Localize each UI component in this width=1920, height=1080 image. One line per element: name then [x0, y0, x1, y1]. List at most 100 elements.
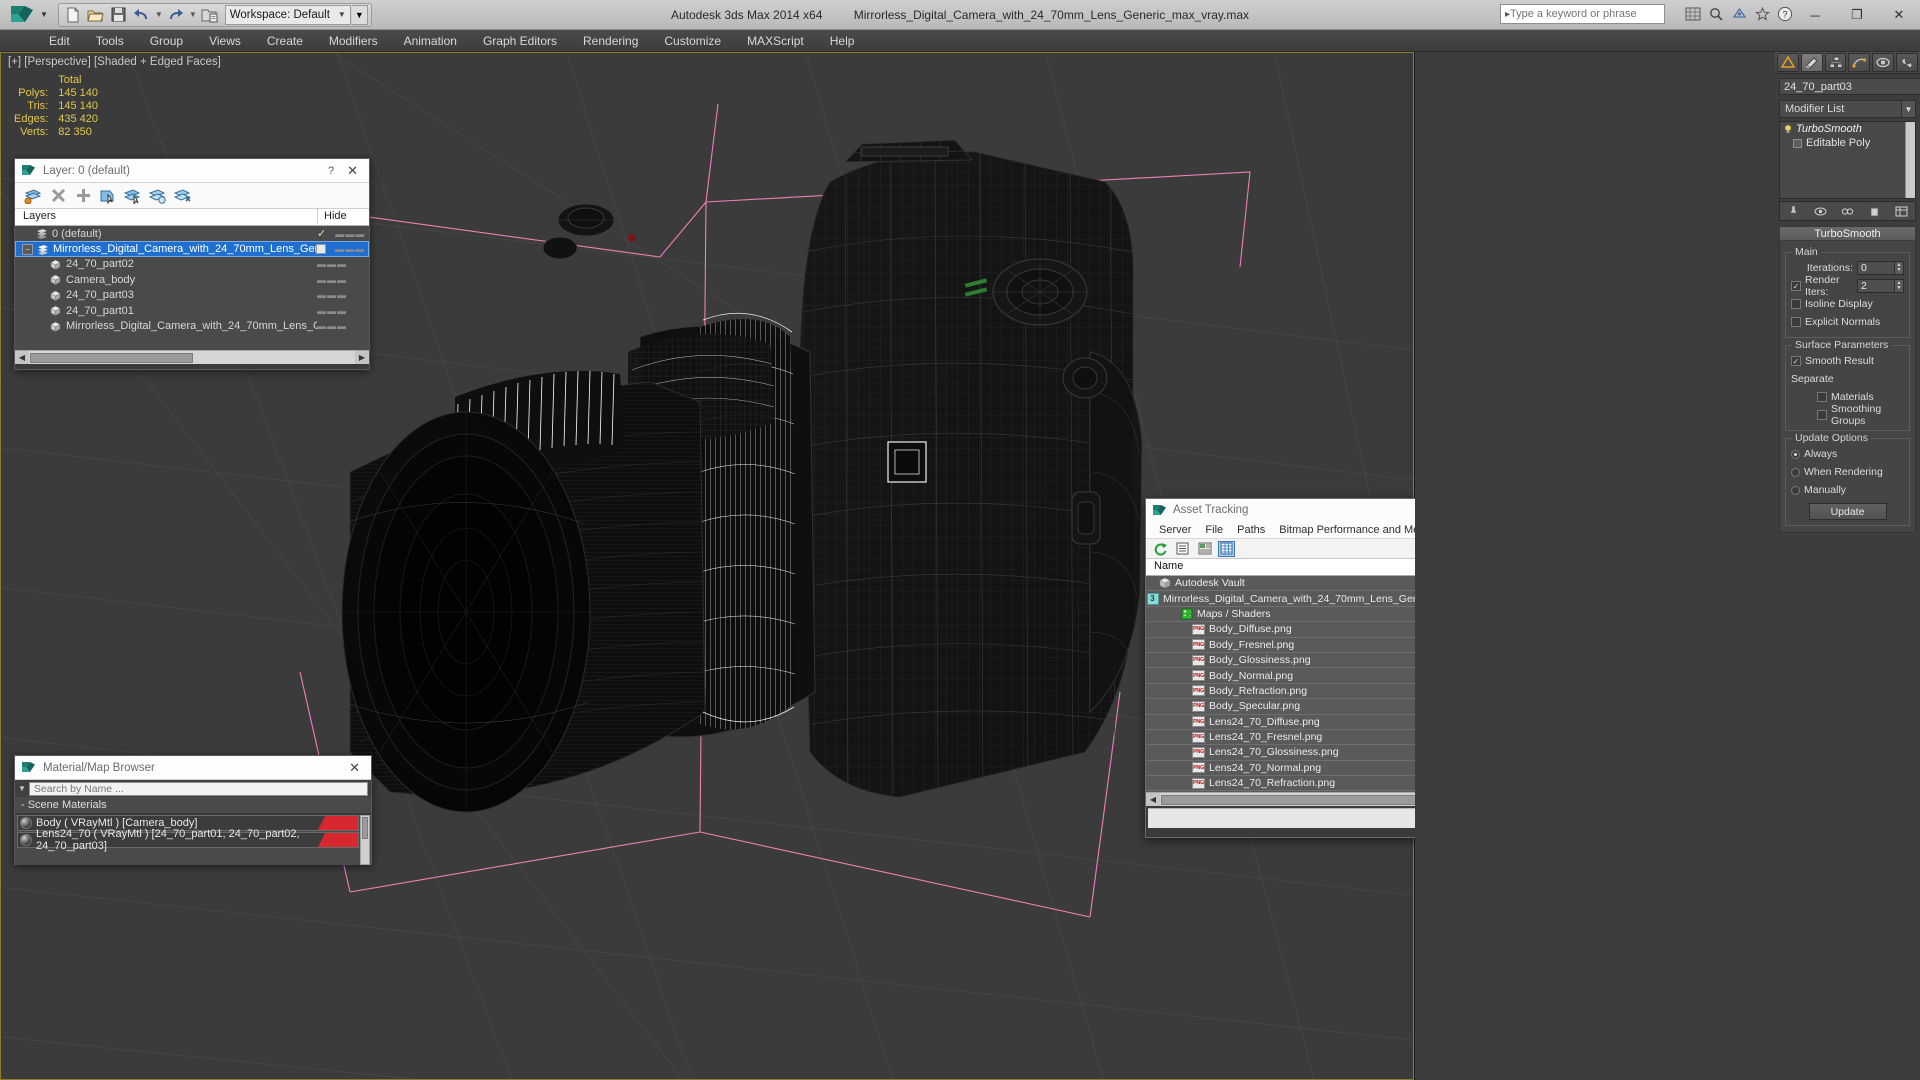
layer-object-row[interactable]: Camera_body ▬▬▬	[15, 272, 369, 287]
search-magnifier-icon[interactable]	[1706, 3, 1726, 25]
layer-collapse-expander[interactable]: −	[22, 243, 33, 255]
update-button[interactable]: Update	[1808, 503, 1887, 520]
select-highlighted-icon[interactable]	[148, 186, 168, 206]
menu-edit[interactable]: Edit	[36, 31, 83, 51]
modifier-stack-item-editable-poly[interactable]: Editable Poly	[1780, 136, 1915, 150]
material-search-input[interactable]	[28, 781, 368, 796]
save-file-icon[interactable]	[108, 5, 130, 25]
scroll-thumb[interactable]	[30, 352, 193, 363]
menu-help[interactable]: Help	[817, 31, 868, 51]
communication-center-icon[interactable]	[1729, 3, 1749, 25]
stack-expand-box[interactable]	[1793, 138, 1802, 148]
layer-properties-icon[interactable]	[173, 186, 193, 206]
path-view-icon[interactable]	[1196, 541, 1213, 557]
menu-modifiers[interactable]: Modifiers	[316, 31, 391, 51]
tab-motion[interactable]	[1848, 53, 1871, 72]
material-list[interactable]: Body ( VRayMtl ) [Camera_body] Lens24_70…	[15, 815, 371, 865]
layer-row-default[interactable]: 0 (default) ✓ ▬▬▬	[15, 226, 369, 241]
iterations-input[interactable]	[1857, 261, 1895, 275]
menu-views[interactable]: Views	[196, 31, 254, 51]
scroll-right-arrow[interactable]: ▶	[355, 351, 369, 364]
layer-hide-cell[interactable]: ✓ ▬▬▬	[317, 227, 369, 240]
undo-dropdown-caret[interactable]: ▼	[154, 10, 164, 19]
search-input[interactable]	[1510, 8, 1654, 20]
list-view-icon[interactable]	[1174, 541, 1191, 557]
help-icon[interactable]: ?	[1775, 3, 1795, 25]
modifier-stack-scrollbar[interactable]	[1905, 122, 1915, 198]
layer-list[interactable]: 0 (default) ✓ ▬▬▬ − Mirrorless_Digital_C…	[15, 226, 369, 350]
menu-group[interactable]: Group	[137, 31, 196, 51]
search-box[interactable]: ▸	[1500, 4, 1665, 24]
scroll-left-arrow[interactable]: ◀	[1146, 793, 1160, 806]
app-logo-icon[interactable]	[5, 2, 39, 28]
viewport-label[interactable]: [+] [Perspective] [Shaded + Edged Faces]	[8, 56, 221, 68]
menu-maxscript[interactable]: MAXScript	[734, 31, 817, 51]
layer-object-row[interactable]: Mirrorless_Digital_Camera_with_24_70mm_L…	[15, 318, 369, 333]
menu-customize[interactable]: Customize	[651, 31, 734, 51]
modifier-stack[interactable]: TurboSmooth Editable Poly	[1779, 121, 1916, 199]
close-button[interactable]: ✕	[1878, 0, 1920, 30]
modifier-stack-item-turbosmooth[interactable]: TurboSmooth	[1780, 122, 1915, 136]
layer-hide-cell[interactable]: ▬▬▬	[317, 275, 369, 285]
asset-menu-server[interactable]: Server	[1152, 523, 1198, 537]
new-file-icon[interactable]	[62, 5, 84, 25]
material-browser-close-button[interactable]: ✕	[344, 760, 365, 776]
layer-dialog-close-button[interactable]: ✕	[342, 163, 363, 179]
layer-hide-cell[interactable]: ▬▬▬	[317, 321, 369, 331]
materials-checkbox[interactable]	[1817, 392, 1827, 402]
layer-column-name[interactable]: Layers	[15, 209, 317, 225]
set-current-layer-icon[interactable]	[123, 186, 143, 206]
rollup-header[interactable]: TurboSmooth	[1779, 226, 1916, 241]
update-always-radio[interactable]	[1791, 449, 1800, 459]
project-folder-icon[interactable]	[199, 5, 221, 25]
lightbulb-icon[interactable]	[1782, 124, 1793, 135]
maximize-button[interactable]: ❐	[1836, 0, 1878, 30]
render-iters-spinner[interactable]: ▲▼	[1857, 279, 1904, 293]
delete-layer-icon[interactable]	[48, 186, 68, 206]
redo-dropdown-caret[interactable]: ▼	[188, 10, 198, 19]
spinner-arrows-icon[interactable]: ▲ ▼	[1895, 279, 1904, 293]
layer-horizontal-scrollbar[interactable]: ◀ ▶	[15, 350, 369, 364]
table-view-icon[interactable]	[1218, 540, 1235, 557]
create-new-layer-icon[interactable]	[23, 186, 43, 206]
asset-menu-file[interactable]: File	[1198, 523, 1230, 537]
tab-display[interactable]	[1872, 53, 1895, 72]
smoothing-groups-checkbox[interactable]	[1817, 410, 1827, 420]
layer-column-hide[interactable]: Hide	[317, 209, 369, 225]
undo-icon[interactable]	[131, 5, 153, 25]
layer-dialog[interactable]: Layer: 0 (default) ? ✕ Layers Hide 0 (de…	[14, 158, 370, 370]
layer-hide-checkbox[interactable]	[316, 244, 326, 255]
scroll-left-arrow[interactable]: ◀	[15, 351, 29, 364]
grid-toggle-icon[interactable]	[1683, 3, 1703, 25]
pin-stack-icon[interactable]	[1786, 204, 1801, 219]
tab-create[interactable]	[1777, 53, 1799, 72]
menu-create[interactable]: Create	[254, 31, 316, 51]
remove-modifier-icon[interactable]	[1867, 204, 1882, 219]
isoline-display-checkbox[interactable]	[1791, 299, 1801, 309]
material-vertical-scrollbar[interactable]	[360, 815, 370, 865]
smooth-result-checkbox[interactable]: ✓	[1791, 356, 1801, 366]
layer-hide-cell[interactable]: ▬▬▬	[316, 244, 368, 255]
iterations-spinner[interactable]: ▲▼	[1857, 261, 1904, 275]
menu-rendering[interactable]: Rendering	[570, 31, 651, 51]
modifier-list-dropdown[interactable]: Modifier List ▼	[1779, 100, 1916, 118]
layer-visible-check-icon[interactable]: ✓	[317, 227, 326, 240]
update-when-rendering-radio[interactable]	[1791, 467, 1800, 477]
tab-utilities[interactable]	[1896, 53, 1918, 72]
layer-hide-cell[interactable]: ▬▬▬	[317, 259, 369, 269]
render-iters-input[interactable]	[1857, 279, 1895, 293]
scroll-thumb[interactable]	[362, 817, 368, 839]
object-name-input[interactable]	[1779, 78, 1920, 95]
layer-dialog-help-button[interactable]: ?	[320, 165, 342, 177]
show-end-result-icon[interactable]	[1813, 204, 1828, 219]
favorites-star-icon[interactable]	[1752, 3, 1772, 25]
scene-materials-group-header[interactable]: - Scene Materials	[15, 797, 371, 814]
render-iters-checkbox[interactable]: ✓	[1791, 281, 1801, 291]
make-unique-icon[interactable]	[1840, 204, 1855, 219]
open-file-icon[interactable]	[85, 5, 107, 25]
material-browser-menu-icon[interactable]: ▼	[18, 784, 26, 793]
redo-icon[interactable]	[165, 5, 187, 25]
layer-object-row[interactable]: 24_70_part03 ▬▬▬	[15, 288, 369, 303]
material-list-item[interactable]: Lens24_70 ( VRayMtl ) [24_70_part01, 24_…	[17, 828, 359, 852]
tab-hierarchy[interactable]	[1824, 53, 1847, 72]
